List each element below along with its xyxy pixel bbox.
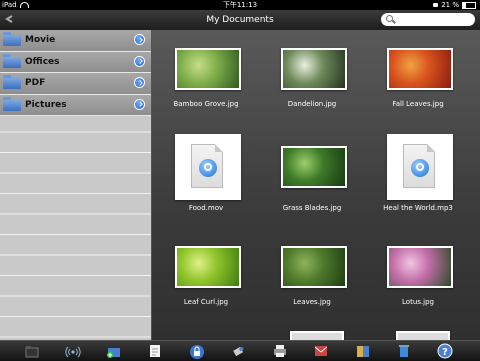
file-thumbnail[interactable] — [396, 331, 450, 340]
sidebar-item-label: Offices — [25, 56, 60, 67]
search-icon — [386, 15, 393, 22]
file-grid: Bamboo Grove.jpg Dandelion.jpg Fall Leav… — [152, 30, 480, 340]
file-item[interactable]: Bamboo Grove.jpg — [161, 46, 251, 126]
file-item[interactable]: Grass Blades.jpg — [267, 136, 357, 216]
svg-text:?: ? — [442, 347, 448, 358]
status-time: 下午11:13 — [222, 1, 258, 9]
notes-icon[interactable] — [147, 343, 163, 359]
books-icon[interactable] — [355, 343, 371, 359]
sidebar-item-offices[interactable]: Offices — [0, 51, 151, 73]
quicktime-icon — [411, 159, 429, 177]
battery-icon — [462, 1, 476, 9]
file-name: Lotus.jpg — [402, 298, 434, 306]
file-thumbnail[interactable] — [387, 134, 453, 200]
file-item[interactable]: Fall Leaves.jpg — [373, 46, 463, 126]
file-thumbnail[interactable] — [175, 134, 241, 200]
file-thumbnail[interactable] — [281, 246, 347, 288]
file-thumbnail[interactable] — [175, 246, 241, 288]
photo-thumbnail — [389, 248, 451, 286]
printer-icon[interactable] — [272, 343, 288, 359]
file-name: Leaf Curl.jpg — [183, 298, 229, 306]
help-icon[interactable]: ? — [437, 343, 453, 359]
disclosure-arrow-icon[interactable] — [134, 77, 145, 88]
file-thumbnail[interactable] — [175, 48, 241, 90]
folder-icon — [3, 32, 21, 46]
sidebar-item-label: PDF — [25, 78, 46, 88]
add-folder-icon[interactable] — [106, 343, 122, 359]
trash-icon[interactable] — [396, 343, 412, 359]
sidebar-item-label: Movie — [25, 35, 56, 45]
file-item[interactable]: Leaf Curl.jpg — [161, 244, 251, 324]
sidebar-item-pictures[interactable]: Pictures — [0, 94, 151, 116]
file-item[interactable]: Lotus.jpg — [373, 244, 463, 324]
sidebar: Movie Offices PDF Pictures — [0, 30, 152, 340]
document-icon — [403, 144, 435, 188]
photo-thumbnail — [283, 248, 345, 286]
bottom-toolbar: ? — [0, 340, 480, 361]
photo-thumbnail — [283, 148, 345, 186]
file-item[interactable]: Heal the World.mp3 — [373, 134, 463, 216]
document-icon — [191, 144, 223, 188]
file-name: Grass Blades.jpg — [282, 204, 342, 212]
navigation-bar: My Documents — [0, 10, 480, 31]
orientation-lock-icon — [433, 3, 439, 7]
photo-thumbnail — [389, 50, 451, 88]
file-thumbnail[interactable] — [281, 146, 347, 188]
mail-icon[interactable] — [313, 343, 329, 359]
usb-icon[interactable] — [231, 343, 247, 359]
search-field[interactable] — [381, 13, 475, 26]
file-item[interactable]: Dandelion.jpg — [267, 46, 357, 126]
file-name: Fall Leaves.jpg — [392, 100, 444, 108]
photo-thumbnail — [177, 248, 239, 286]
quicktime-icon — [199, 159, 217, 177]
lock-icon[interactable] — [189, 343, 205, 359]
photo-thumbnail — [177, 50, 239, 88]
sidebar-item-movie[interactable]: Movie — [0, 30, 151, 52]
folder-icon — [3, 53, 21, 68]
file-thumbnail[interactable] — [281, 48, 347, 90]
disclosure-arrow-icon[interactable] — [134, 98, 145, 110]
disclosure-arrow-icon[interactable] — [134, 55, 145, 67]
folder-icon — [3, 96, 21, 111]
status-bar: iPad 下午11:13 21 % — [0, 0, 480, 10]
sidebar-item-pdf[interactable]: PDF — [0, 73, 151, 95]
file-item[interactable]: Leaves.jpg — [267, 244, 357, 324]
photo-thumbnail — [283, 50, 345, 88]
battery-percent: 21 % — [441, 1, 459, 9]
folder-icon[interactable] — [24, 343, 40, 359]
file-thumbnail[interactable] — [387, 246, 453, 288]
file-name: Heal the World.mp3 — [383, 204, 453, 212]
file-thumbnail[interactable] — [290, 331, 344, 340]
file-thumbnail[interactable] — [387, 48, 453, 90]
sidebar-item-label: Pictures — [25, 99, 67, 110]
disclosure-arrow-icon[interactable] — [134, 34, 145, 45]
file-name: Dandelion.jpg — [287, 100, 337, 108]
file-name: Leaves.jpg — [293, 298, 331, 306]
file-name: Food.mov — [188, 204, 224, 212]
folder-icon — [3, 75, 21, 89]
file-name: Bamboo Grove.jpg — [173, 100, 239, 108]
file-item[interactable]: Food.mov — [161, 134, 251, 216]
wifi-share-icon[interactable] — [65, 343, 81, 359]
